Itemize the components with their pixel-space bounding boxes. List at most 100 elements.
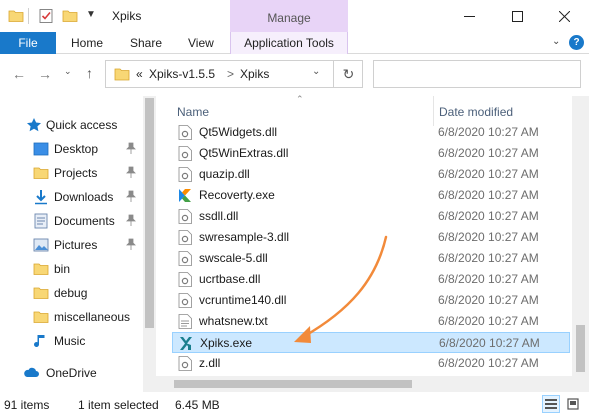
forward-arrow-icon[interactable]: → (38, 66, 52, 82)
file-date: 6/8/2020 10:27 AM (438, 230, 539, 244)
star-icon (27, 118, 41, 132)
navigation-pane: Quick access Desktop Projects Downloads … (0, 96, 156, 392)
sidebar-item-documents[interactable]: Documents (0, 209, 143, 233)
sidebar-item-label: Downloads (54, 190, 114, 204)
xpiks-app-icon (180, 337, 192, 350)
breadcrumb-item[interactable]: Xpiks (240, 67, 269, 81)
breadcrumb-item[interactable]: Xpiks-v1.5.5 (149, 67, 215, 81)
file-date: 6/8/2020 10:27 AM (438, 146, 539, 160)
file-name: Recoverty.exe (199, 188, 275, 202)
file-date: 6/8/2020 10:27 AM (438, 209, 539, 223)
scrollbar-thumb[interactable] (145, 98, 154, 328)
tab-home[interactable]: Home (71, 32, 103, 54)
folder-icon (33, 167, 49, 179)
sidebar-item-bin[interactable]: bin (0, 257, 143, 281)
selection-size: 6.45 MB (175, 398, 220, 412)
file-list-horizontal-scrollbar[interactable] (156, 376, 572, 392)
sidebar-item-miscellaneous[interactable]: miscellaneous (0, 305, 143, 329)
properties-icon[interactable] (38, 8, 54, 24)
pin-icon[interactable] (126, 190, 136, 202)
large-icons-view-button[interactable] (564, 395, 582, 413)
table-row[interactable]: Qt5WinExtras.dll 6/8/2020 10:27 AM (172, 143, 570, 164)
file-name: swresample-3.dll (199, 230, 290, 244)
folder-icon (33, 311, 49, 323)
sidebar-item-label: OneDrive (46, 366, 97, 380)
column-header-name[interactable]: Name (177, 100, 209, 124)
table-row[interactable]: swresample-3.dll 6/8/2020 10:27 AM (172, 227, 570, 248)
pin-icon[interactable] (126, 166, 136, 178)
new-folder-icon[interactable] (62, 8, 78, 24)
address-bar[interactable]: « Xpiks-v1.5.5 > Xpiks (105, 60, 363, 88)
table-row[interactable]: Qt5Widgets.dll 6/8/2020 10:27 AM (172, 122, 570, 143)
sidebar-item-quick-access[interactable]: Quick access (0, 113, 143, 137)
dll-file-icon (178, 272, 192, 287)
sidebar-item-onedrive[interactable]: OneDrive (0, 361, 143, 385)
table-row[interactable]: whatsnew.txt 6/8/2020 10:27 AM (172, 311, 570, 332)
pin-icon[interactable] (126, 142, 136, 154)
ribbon-tab-bar: File Home Share View Application Tools ⌄… (0, 32, 589, 54)
details-view-button[interactable] (542, 395, 560, 413)
refresh-button[interactable]: ↻ (333, 60, 363, 88)
breadcrumb-overflow[interactable]: « (136, 67, 143, 81)
folder-icon[interactable] (8, 8, 24, 24)
breadcrumb-separator[interactable]: > (227, 67, 234, 81)
download-icon (35, 190, 47, 205)
tab-view[interactable]: View (188, 32, 214, 54)
sidebar-item-music[interactable]: Music (0, 329, 143, 353)
file-list-vertical-scrollbar[interactable] (572, 96, 589, 376)
table-row[interactable]: ucrtbase.dll 6/8/2020 10:27 AM (172, 269, 570, 290)
status-bar: 91 items 1 item selected 6.45 MB (0, 392, 589, 416)
sidebar-item-label: Documents (54, 214, 115, 228)
sidebar-item-label: Desktop (54, 142, 99, 156)
back-arrow-icon[interactable]: ← (12, 66, 26, 82)
table-row[interactable]: swscale-5.dll 6/8/2020 10:27 AM (172, 248, 570, 269)
sort-ascending-icon: ⌃ (296, 94, 304, 104)
address-history-chevron-icon[interactable]: ⌄ (312, 66, 320, 77)
table-row[interactable]: vcruntime140.dll 6/8/2020 10:27 AM (172, 290, 570, 311)
sidebar-item-label: Projects (54, 166, 98, 180)
selection-status: 1 item selected (78, 398, 159, 412)
up-arrow-icon[interactable]: ↑ (86, 65, 93, 81)
scrollbar-thumb[interactable] (576, 325, 585, 372)
maximize-button[interactable] (494, 0, 540, 32)
table-row-selected[interactable]: Xpiks.exe 6/8/2020 10:27 AM (172, 332, 570, 353)
dll-file-icon (178, 356, 192, 371)
recent-locations-icon[interactable]: ⌄ (64, 66, 72, 77)
file-date: 6/8/2020 10:27 AM (438, 314, 539, 328)
sidebar-item-projects[interactable]: Projects (0, 161, 143, 185)
sidebar-item-label: bin (54, 262, 71, 276)
recoverty-app-icon (179, 189, 191, 202)
file-name: ucrtbase.dll (199, 272, 261, 286)
file-name: Qt5Widgets.dll (199, 125, 278, 139)
file-name: vcruntime140.dll (199, 293, 287, 307)
column-header-date-modified[interactable]: Date modified (439, 100, 513, 124)
tab-application-tools[interactable]: Application Tools (230, 32, 348, 54)
close-button[interactable] (541, 0, 587, 32)
file-name: whatsnew.txt (199, 314, 268, 328)
folder-icon (114, 68, 130, 81)
tab-share[interactable]: Share (130, 32, 162, 54)
file-name: Qt5WinExtras.dll (199, 146, 289, 160)
sidebar-item-debug[interactable]: debug (0, 281, 143, 305)
title-bar: ▼ Xpiks Manage (0, 0, 589, 32)
nav-pane-scrollbar[interactable] (143, 96, 156, 392)
table-row[interactable]: Recoverty.exe 6/8/2020 10:27 AM (172, 185, 570, 206)
pin-icon[interactable] (126, 238, 136, 250)
minimize-icon (463, 15, 475, 17)
help-icon[interactable]: ? (569, 35, 584, 50)
sidebar-item-downloads[interactable]: Downloads (0, 185, 143, 209)
sidebar-item-desktop[interactable]: Desktop (0, 137, 143, 161)
file-date: 6/8/2020 10:27 AM (438, 272, 539, 286)
expand-ribbon-icon[interactable]: ⌄ (552, 36, 560, 47)
pin-icon[interactable] (126, 214, 136, 226)
minimize-button[interactable] (446, 0, 492, 32)
sidebar-item-pictures[interactable]: Pictures (0, 233, 143, 257)
sidebar-item-label: Quick access (46, 118, 118, 132)
table-row[interactable]: ssdll.dll 6/8/2020 10:27 AM (172, 206, 570, 227)
quick-access-dropdown-icon[interactable]: ▼ (86, 9, 96, 20)
tab-file[interactable]: File (0, 32, 56, 54)
table-row[interactable]: z.dll 6/8/2020 10:27 AM (172, 353, 570, 374)
scrollbar-thumb[interactable] (174, 380, 412, 388)
search-input[interactable] (373, 60, 581, 88)
table-row[interactable]: quazip.dll 6/8/2020 10:27 AM (172, 164, 570, 185)
